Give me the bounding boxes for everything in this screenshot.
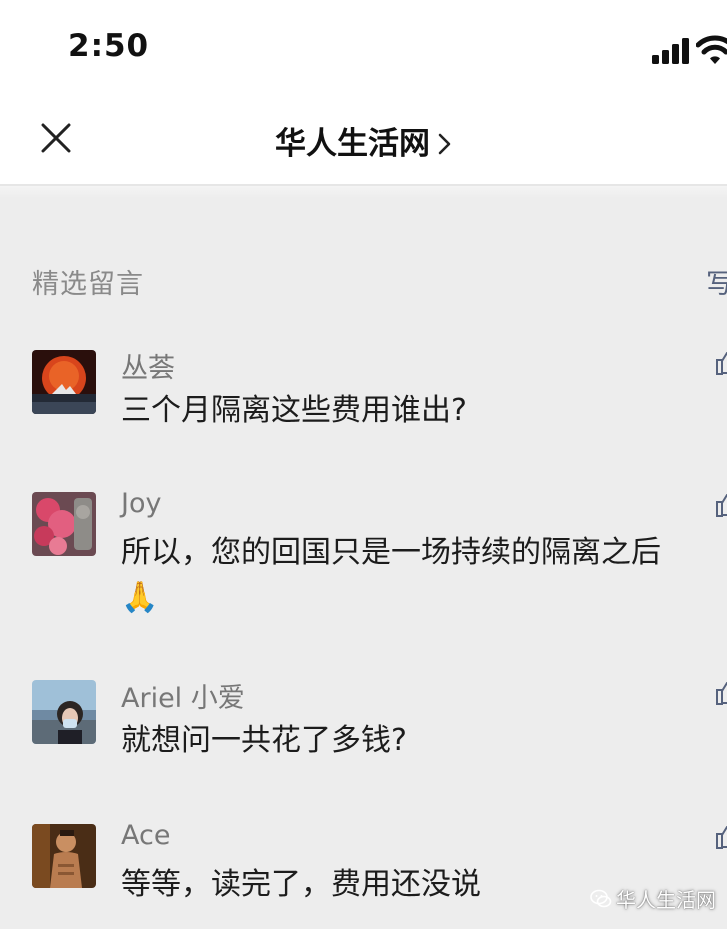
man-avatar[interactable]	[32, 824, 96, 888]
thumbs-up-icon[interactable]	[713, 680, 727, 706]
header-shadow	[0, 186, 727, 198]
chevron-right-icon	[438, 133, 451, 155]
status-time: 2:50	[68, 28, 150, 64]
section-title: 精选留言	[32, 269, 144, 300]
comment-nickname: Ace	[121, 820, 171, 851]
comment-emoji: 🙏	[121, 580, 159, 615]
thumbs-up-icon[interactable]	[713, 350, 727, 376]
page-title-text: 华人生活网	[275, 126, 430, 162]
flowers-avatar[interactable]	[32, 492, 96, 556]
comment-text: 三个月隔离这些费用谁出?	[121, 393, 467, 428]
write-comment-link[interactable]: 写	[706, 262, 727, 301]
comment-nickname: Joy	[121, 488, 162, 519]
comment-nickname: 丛荟	[121, 353, 175, 384]
thumbs-up-icon[interactable]	[713, 492, 727, 518]
page-title[interactable]: 华人生活网	[0, 118, 727, 163]
watermark: 华人生活网	[590, 884, 716, 913]
watermark-text: 华人生活网	[616, 888, 716, 912]
comment-nickname: Ariel 小爱	[121, 683, 245, 714]
masked-person-avatar[interactable]	[32, 680, 96, 744]
signal-icon	[652, 38, 689, 64]
thumbs-up-icon[interactable]	[713, 824, 727, 850]
comment-text: 所以，您的回国只是一场持续的隔离之后	[121, 535, 661, 570]
wechat-icon	[590, 889, 612, 907]
sunset-avatar[interactable]	[32, 350, 96, 414]
wifi-icon	[696, 35, 727, 64]
comment-text: 就想问一共花了多钱?	[121, 723, 407, 758]
